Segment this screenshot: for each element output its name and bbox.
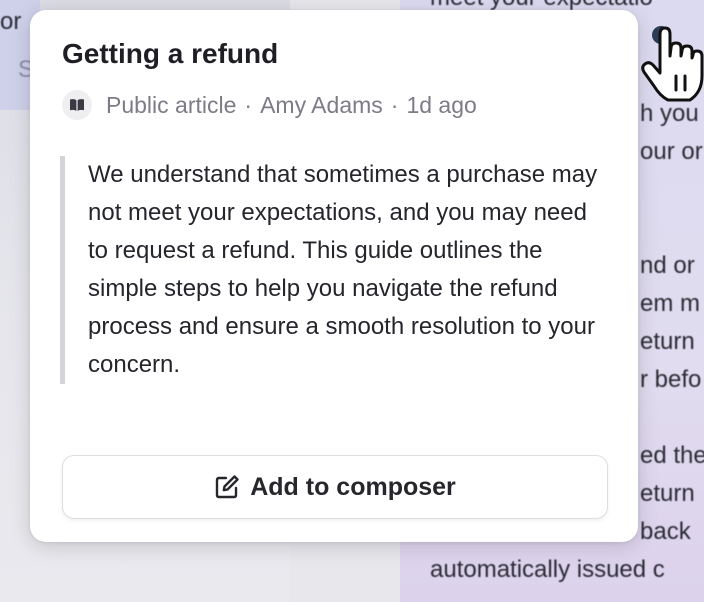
article-preview-popover: Getting a refund Public article · Amy Adam… — [30, 10, 638, 542]
article-title: Getting a refund — [62, 38, 279, 69]
article-author: Amy Adams — [260, 91, 383, 118]
article-visibility: Public article — [106, 91, 237, 118]
article-meta: Public article · Amy Adams · 1d ago — [62, 90, 477, 120]
background-text: em m — [640, 290, 700, 317]
background-text: back — [640, 518, 691, 545]
background-text: automatically issued c — [430, 556, 665, 583]
background-text: nd or — [640, 252, 695, 279]
meta-separator: · — [390, 91, 399, 118]
add-to-composer-label: Add to composer — [250, 472, 456, 501]
background-text: or — [0, 8, 22, 35]
background-text: ed the — [640, 442, 704, 469]
background-text: our or — [640, 138, 703, 165]
article-excerpt-text: We understand that sometimes a purchase … — [88, 161, 598, 378]
add-to-composer-button[interactable]: Add to composer — [62, 455, 608, 519]
article-time: 1d ago — [406, 91, 477, 118]
meta-separator: · — [244, 91, 253, 118]
compose-icon — [216, 475, 239, 499]
background-text: eturn — [640, 328, 695, 355]
hand-pointer-icon — [641, 26, 704, 102]
book-icon — [62, 90, 92, 120]
background-text: r befo — [640, 366, 702, 393]
background-text: h you — [640, 100, 699, 127]
article-excerpt: We understand that sometimes a purchase … — [60, 156, 606, 384]
article-meta-text: Public article · Amy Adams · 1d ago — [106, 92, 477, 119]
background-text: eturn — [640, 480, 695, 507]
